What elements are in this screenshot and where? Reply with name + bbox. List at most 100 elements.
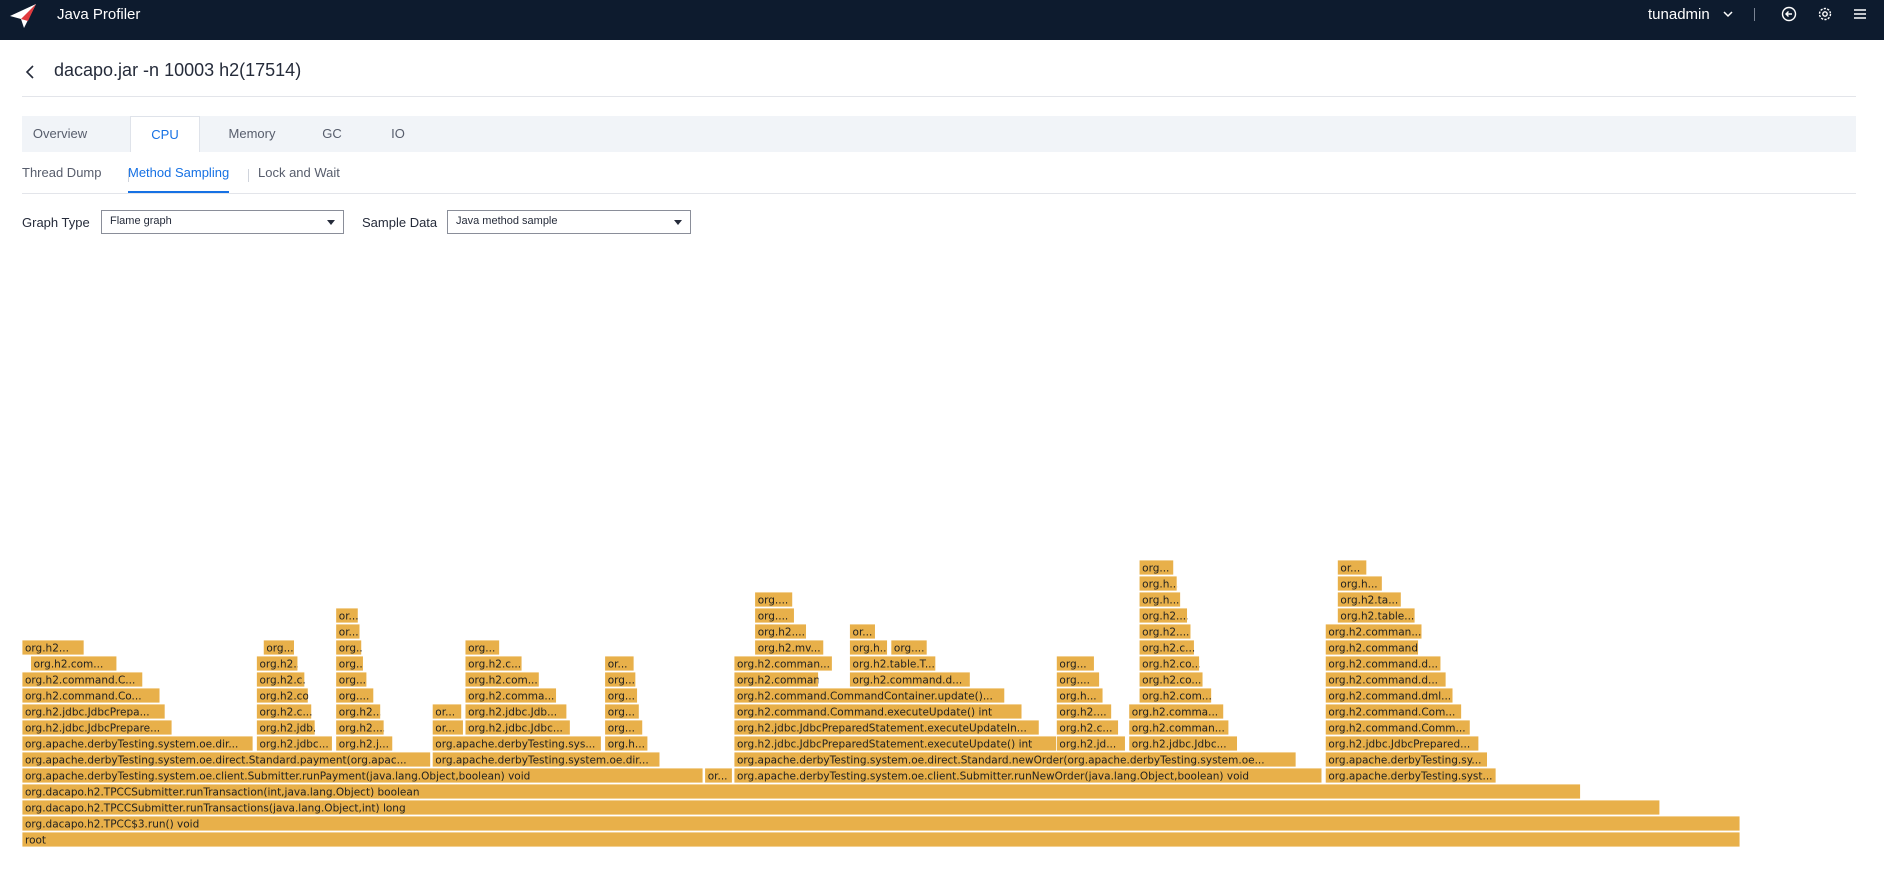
flame-frame[interactable]: org.h...: [1337, 575, 1383, 592]
flame-frame[interactable]: org.h2....: [1138, 607, 1189, 624]
flame-frame[interactable]: org.h2.command.C...: [21, 671, 144, 688]
flame-frame[interactable]: org....: [335, 687, 375, 704]
flame-frame[interactable]: org...: [604, 671, 637, 688]
flame-frame[interactable]: org...: [335, 639, 366, 656]
flame-frame[interactable]: org.h2.j...: [335, 735, 394, 752]
flame-frame[interactable]: org.apache.derbyTesting.system.oe.direct…: [733, 751, 1297, 768]
flame-frame[interactable]: org.h2.jdbc.JdbcPrepare...: [21, 719, 173, 736]
flame-frame[interactable]: org.h2.co...: [256, 687, 318, 704]
flame-frame[interactable]: org.apache.derbyTesting.system.oe.direct…: [21, 751, 431, 768]
flame-frame[interactable]: org.h2.command...: [1324, 639, 1428, 656]
flame-frame[interactable]: or...: [431, 703, 463, 720]
flame-frame[interactable]: org.h2...: [21, 639, 85, 656]
flame-frame[interactable]: org.apache.derbyTesting.system.oe.client…: [733, 767, 1323, 784]
flame-frame[interactable]: org.h2.command.d...: [849, 671, 971, 688]
flame-frame[interactable]: org.h2....: [754, 623, 807, 640]
flame-frame[interactable]: org.h2....: [1138, 623, 1192, 640]
flame-frame[interactable]: org.h2.jdb...: [256, 719, 323, 736]
flame-frame[interactable]: org.h2.mv...: [754, 639, 825, 656]
flame-frame[interactable]: org.h2.co...: [1138, 671, 1204, 688]
flame-frame[interactable]: org.h2.table...: [1337, 607, 1416, 624]
flame-frame[interactable]: org...: [335, 655, 366, 672]
flame-frame[interactable]: org.h2.jd...: [1056, 735, 1126, 752]
flame-frame[interactable]: org.h2.command.Co...: [21, 687, 161, 704]
flame-frame[interactable]: or...: [604, 655, 635, 672]
flame-frame[interactable]: org.h2.com...: [1138, 687, 1212, 704]
flame-frame[interactable]: org...: [262, 639, 295, 656]
flame-frame[interactable]: org.apache.derbyTesting.system.oe.dir...: [431, 751, 661, 768]
flame-frame[interactable]: org...: [1138, 559, 1175, 576]
flame-frame[interactable]: org...: [1056, 655, 1095, 672]
flame-frame[interactable]: org.h2.jdbc.Jdbc...: [464, 719, 571, 736]
flame-frame[interactable]: org.apache.derbyTesting.sys...: [431, 735, 602, 752]
flame-frame[interactable]: org.h2.comman...: [733, 655, 833, 672]
flame-frame[interactable]: org.h...: [604, 735, 649, 752]
flame-frame[interactable]: org.h2.c...: [1138, 639, 1195, 656]
flame-frame[interactable]: org.h2.comman...: [1324, 623, 1423, 640]
flame-frame[interactable]: root: [21, 831, 1741, 848]
flame-frame[interactable]: org...: [604, 687, 638, 704]
flame-frame[interactable]: or...: [849, 623, 876, 640]
flame-frame[interactable]: org.h2.jdbc.JdbcPrepa...: [21, 703, 166, 720]
flame-frame[interactable]: org.h2....: [335, 719, 386, 736]
flame-frame[interactable]: org...: [464, 639, 500, 656]
flame-frame[interactable]: org.h2.table.T...: [849, 655, 937, 672]
flame-frame-label: or...: [339, 611, 359, 623]
flame-frame[interactable]: or...: [431, 719, 464, 736]
flame-frame[interactable]: org.h2.c...: [256, 703, 313, 720]
flame-graph[interactable]: root org.dacapo.h2.TPCC$3.run() void org.d…: [0, 0, 1884, 878]
flame-frame[interactable]: org.h2.jdbc.JdbcPreparedStatement.execut…: [733, 719, 1040, 736]
flame-frame[interactable]: org.h2.command...: [733, 671, 837, 688]
flame-frame[interactable]: org.h2.comman...: [1128, 719, 1230, 736]
flame-frame[interactable]: org.h2....: [1056, 703, 1112, 720]
flame-frame[interactable]: org.h2.command.d...: [1324, 655, 1442, 672]
flame-frame[interactable]: org.h2.jdbc.JdbcPrepared...: [1324, 735, 1480, 752]
flame-frame[interactable]: org....: [890, 639, 928, 656]
flame-frame[interactable]: org.h...: [1138, 591, 1181, 608]
flame-frame[interactable]: org.h2.jdbc...: [256, 735, 333, 752]
flame-frame[interactable]: org.dacapo.h2.TPCCSubmitter.runTransacti…: [21, 799, 1661, 816]
flame-frame[interactable]: org.h2....: [335, 703, 386, 720]
flame-frame[interactable]: or...: [704, 767, 733, 784]
flame-frame[interactable]: org.h2.comma...: [1128, 703, 1225, 720]
flame-frame[interactable]: org...: [335, 671, 368, 688]
flame-frame-bar[interactable]: [21, 831, 1741, 848]
flame-frame[interactable]: org.h...: [1138, 575, 1179, 592]
flame-frame[interactable]: org.h2.c...: [1056, 719, 1119, 736]
flame-frame[interactable]: org.h2.comma...: [464, 687, 557, 704]
flame-frame[interactable]: org....: [1056, 671, 1100, 688]
flame-frame[interactable]: org...: [604, 719, 644, 736]
flame-frame[interactable]: org.h2.jdbc.Jdb...: [464, 703, 568, 720]
flame-frame[interactable]: org.h2.command.dml...: [1324, 687, 1454, 704]
flame-frame[interactable]: org....: [754, 591, 794, 608]
flame-frame[interactable]: org.h2.command.Comm...: [1324, 719, 1471, 736]
flame-frame[interactable]: org.apache.derbyTesting.syst...: [1324, 767, 1497, 784]
flame-frame[interactable]: org.h2.jdbc.Jdbc...: [1128, 735, 1238, 752]
flame-frame[interactable]: org.h2.command.Com...: [1324, 703, 1462, 720]
flame-frame-bar[interactable]: [21, 815, 1741, 832]
flame-frame[interactable]: org.apache.derbyTesting.system.oe.dir...: [21, 735, 254, 752]
flame-frame[interactable]: or...: [1337, 559, 1368, 576]
flame-frame[interactable]: org...: [604, 703, 640, 720]
flame-frame[interactable]: org.h2.jdbc.JdbcPreparedStatement.execut…: [733, 735, 1057, 752]
flame-frame[interactable]: org.dacapo.h2.TPCC$3.run() void: [21, 815, 1741, 832]
flame-frame[interactable]: org.h2.command.Command.executeUpdate() i…: [733, 703, 1023, 720]
flame-frame[interactable]: org.h2.command.d...: [1324, 671, 1447, 688]
flame-frame[interactable]: org.h...: [849, 639, 890, 656]
flame-frame[interactable]: org.h2.c...: [256, 671, 312, 688]
flame-frame[interactable]: org.h2.co...: [1138, 655, 1201, 672]
flame-frame[interactable]: or...: [335, 623, 361, 640]
flame-frame[interactable]: org....: [754, 607, 795, 624]
flame-frame-label: org.h2.jd...: [1059, 739, 1116, 751]
flame-frame[interactable]: org.h2.com...: [30, 655, 118, 672]
flame-frame[interactable]: org.h2.c...: [464, 655, 523, 672]
flame-frame[interactable]: org.dacapo.h2.TPCCSubmitter.runTransacti…: [21, 783, 1581, 800]
flame-frame[interactable]: org.h...: [1056, 687, 1104, 704]
flame-frame[interactable]: org.h2.com...: [464, 671, 540, 688]
flame-frame[interactable]: org.apache.derbyTesting.system.oe.client…: [21, 767, 704, 784]
flame-frame[interactable]: or...: [335, 607, 359, 624]
flame-frame[interactable]: org.h2.ta...: [1337, 591, 1402, 608]
flame-frame[interactable]: org.apache.derbyTesting.sy...: [1324, 751, 1488, 768]
flame-frame[interactable]: org.h2.command.CommandContainer.update()…: [733, 687, 1006, 704]
flame-frame[interactable]: org.h2....: [256, 655, 306, 672]
